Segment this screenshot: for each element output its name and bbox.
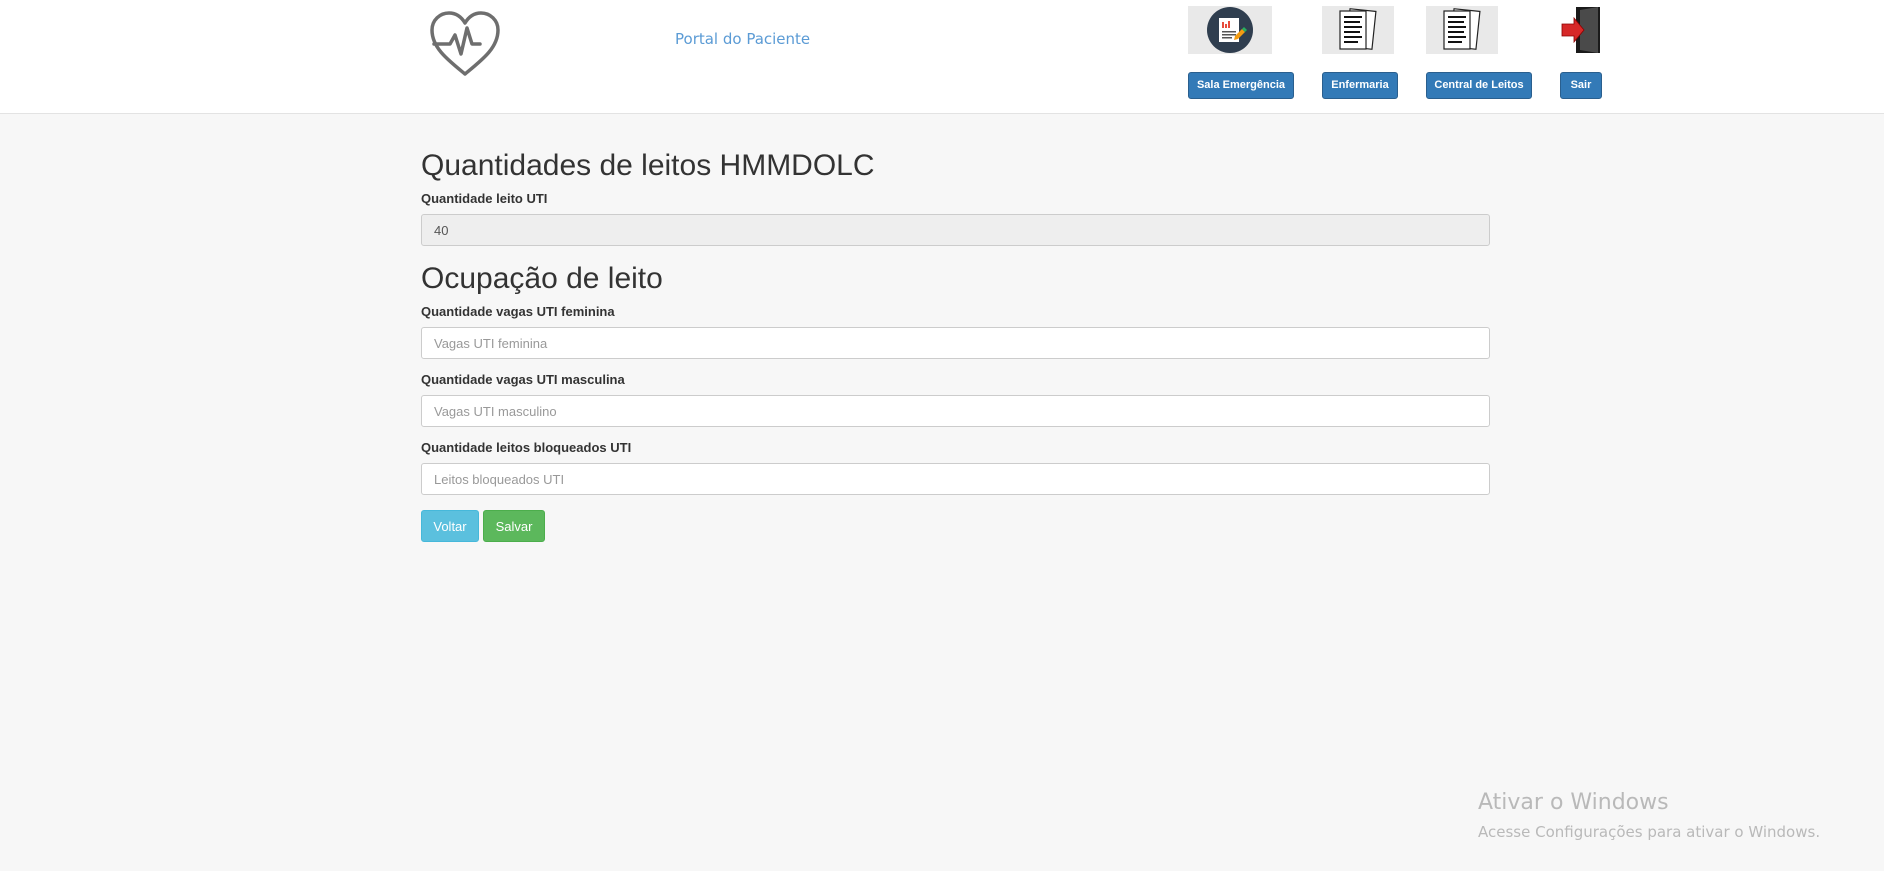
portal-title[interactable]: Portal do Paciente — [675, 30, 810, 48]
windows-activation-title: Ativar o Windows — [1478, 790, 1669, 815]
male-vacancies-input[interactable] — [421, 395, 1490, 427]
uti-quantity-label: Quantidade leito UTI — [421, 191, 548, 206]
documents-icon[interactable] — [1322, 6, 1394, 54]
documents-icon[interactable] — [1426, 6, 1498, 54]
emergency-report-icon[interactable] — [1188, 6, 1272, 54]
exit-door-icon[interactable] — [1560, 6, 1602, 54]
blocked-beds-label: Quantidade leitos bloqueados UTI — [421, 440, 632, 455]
female-vacancies-input[interactable] — [421, 327, 1490, 359]
sala-emergencia-button[interactable]: Sala Emergência — [1188, 72, 1294, 99]
blocked-beds-input[interactable] — [421, 463, 1490, 495]
top-header: Portal do Paciente Sala Emergência Enfer… — [0, 0, 1884, 114]
male-vacancies-label: Quantidade vagas UTI masculina — [421, 372, 625, 387]
save-button[interactable]: Salvar — [483, 510, 545, 542]
enfermaria-button[interactable]: Enfermaria — [1322, 72, 1398, 99]
uti-quantity-field[interactable] — [421, 214, 1490, 246]
central-de-leitos-button[interactable]: Central de Leitos — [1426, 72, 1532, 99]
windows-activation-subtitle: Acesse Configurações para ativar o Windo… — [1478, 823, 1821, 841]
heading-bed-quantities: Quantidades de leitos HMMDOLC — [421, 149, 875, 182]
sair-button[interactable]: Sair — [1560, 72, 1602, 99]
heading-bed-occupancy: Ocupação de leito — [421, 262, 663, 295]
heart-pulse-logo-icon — [430, 11, 500, 76]
back-button[interactable]: Voltar — [421, 510, 479, 542]
female-vacancies-label: Quantidade vagas UTI feminina — [421, 304, 615, 319]
